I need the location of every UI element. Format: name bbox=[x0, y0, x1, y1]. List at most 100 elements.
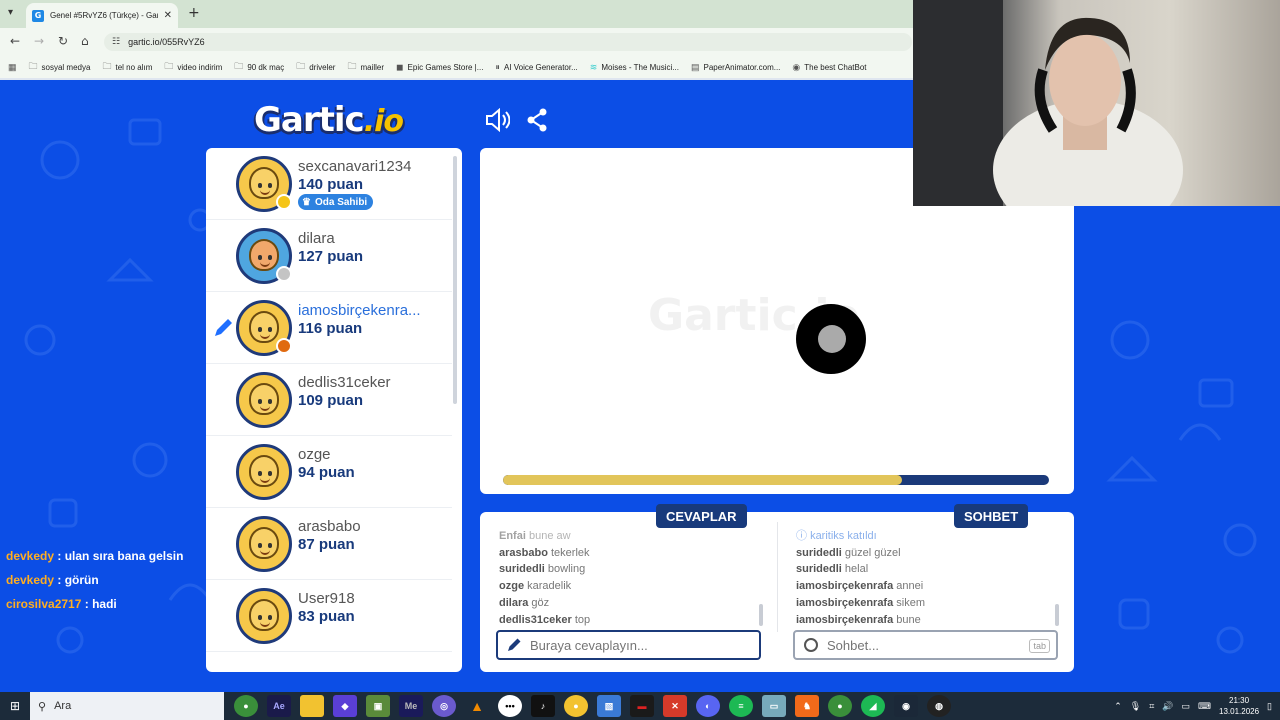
green-app-icon[interactable]: ◢ bbox=[861, 695, 885, 717]
media-encoder-icon[interactable]: Me bbox=[399, 695, 423, 717]
chat-text: annei bbox=[896, 580, 924, 593]
bookmark-item[interactable]: 🗀 mailler bbox=[347, 59, 384, 75]
stream-chat-overlay: devkedy : ulan sıra bana gelsin devkedy :… bbox=[6, 544, 183, 616]
browser-tab[interactable]: G Genel #5RvYZ6 (Türkçe) - Gartic ✕ bbox=[26, 3, 178, 28]
shield-app-icon[interactable]: ◆ bbox=[333, 695, 357, 717]
tab-list-icon[interactable]: ▾ bbox=[8, 7, 22, 21]
player-score: 87 puan bbox=[298, 536, 355, 553]
player-row[interactable]: iamosbirçekenra... 116 puan bbox=[206, 292, 452, 364]
answer-input[interactable] bbox=[530, 637, 740, 653]
windows-start-icon[interactable]: ⊞ bbox=[0, 692, 30, 720]
forward-icon[interactable]: → bbox=[34, 34, 44, 48]
after-effects-icon[interactable]: Ae bbox=[267, 695, 291, 717]
system-message-text: katıldı bbox=[847, 530, 877, 542]
browser-app-icon[interactable]: ◎ bbox=[432, 695, 456, 717]
answer-user: Enfai bbox=[499, 530, 526, 542]
vlc-icon[interactable]: ▲ bbox=[465, 695, 489, 717]
chrome-profile-icon[interactable]: ● bbox=[828, 695, 852, 717]
bookmark-item[interactable]: ▤ PaperAnimator.com... bbox=[691, 62, 780, 73]
tray-chevron-icon[interactable]: ⌃ bbox=[1114, 701, 1122, 712]
player-row[interactable]: User918 83 puan bbox=[206, 580, 452, 652]
bookmark-item[interactable]: ⏸ AI Voice Generator... bbox=[495, 62, 577, 73]
folder-icon: 🗀 bbox=[347, 61, 357, 71]
chrome-taskbar-icon[interactable]: ● bbox=[234, 695, 258, 717]
answer-input-box[interactable] bbox=[496, 630, 761, 660]
taskbar-search[interactable]: ⚲ Ara bbox=[30, 692, 224, 720]
chat-input[interactable] bbox=[827, 637, 1037, 653]
close-tab-icon[interactable]: ✕ bbox=[164, 10, 172, 21]
player-score: 140 puan bbox=[298, 176, 364, 193]
chat-scrollbar[interactable] bbox=[1055, 604, 1059, 626]
player-status-dot bbox=[276, 194, 292, 210]
home-icon[interactable]: ⌂ bbox=[81, 34, 89, 48]
stream-chat-line: cirosilva2717 : hadi bbox=[6, 592, 183, 616]
game-launcher-icon[interactable]: ♞ bbox=[795, 695, 819, 717]
notification-icon[interactable]: ▯ bbox=[1267, 701, 1272, 712]
spotify-icon[interactable]: ≡ bbox=[729, 695, 753, 717]
steam-icon[interactable]: ◉ bbox=[894, 695, 918, 717]
minecraft-icon[interactable]: ▣ bbox=[366, 695, 390, 717]
round-timer-bar bbox=[503, 475, 1049, 485]
sound-icon[interactable] bbox=[484, 108, 510, 132]
back-icon[interactable]: ← bbox=[10, 34, 20, 48]
network-icon[interactable]: ⌗ bbox=[1149, 701, 1154, 712]
chat-text: bune bbox=[896, 613, 921, 626]
bookmark-item[interactable]: 🗀 tel no alım bbox=[102, 59, 152, 75]
bookmark-item[interactable]: 🗀 video indirim bbox=[164, 59, 222, 75]
capcut-icon[interactable]: ▬ bbox=[630, 695, 654, 717]
clock-date: 13.01.2026 bbox=[1219, 707, 1260, 716]
close-app-icon[interactable]: ✕ bbox=[663, 695, 687, 717]
player-name: iamosbirçekenra... bbox=[298, 302, 421, 319]
language-icon[interactable]: ⌨ bbox=[1198, 701, 1211, 712]
bookmark-item[interactable]: 🗀 90 dk maç bbox=[234, 59, 284, 75]
maps-app-icon[interactable]: ● bbox=[564, 695, 588, 717]
webcam-overlay bbox=[913, 0, 1280, 206]
folder-icon: 🗀 bbox=[164, 61, 174, 71]
player-row[interactable]: dedlis31ceker 109 puan bbox=[206, 364, 452, 436]
site-settings-icon[interactable]: ☷ bbox=[112, 37, 120, 47]
address-bar[interactable]: ☷ gartic.io/055RvYZ6 bbox=[104, 33, 912, 51]
taskbar-clock[interactable]: 21:30 13.01.2026 bbox=[1219, 695, 1259, 717]
player-row[interactable]: sexcanavari1234 140 puan ♛ Oda Sahibi bbox=[206, 148, 452, 220]
player-avatar bbox=[236, 444, 292, 500]
answers-scrollbar[interactable] bbox=[759, 604, 763, 626]
stream-chat-text: : hadi bbox=[84, 597, 117, 611]
discord-icon[interactable]: ◐ bbox=[696, 695, 720, 717]
player-list-scrollbar[interactable] bbox=[453, 156, 457, 404]
player-row[interactable]: ozge 94 puan bbox=[206, 436, 452, 508]
bookmark-item[interactable]: ≋ Moises - The Musici... bbox=[590, 62, 679, 73]
chat-list: ⓘ karitiks katıldı suridedli güzel güzel… bbox=[796, 528, 925, 628]
reload-icon[interactable]: ↻ bbox=[58, 34, 68, 48]
notes-app-icon[interactable]: ▭ bbox=[762, 695, 786, 717]
photo-app-icon[interactable]: ▧ bbox=[597, 695, 621, 717]
new-tab-icon[interactable]: + bbox=[188, 5, 200, 21]
bookmark-item[interactable]: 🗀 driveler bbox=[296, 59, 335, 75]
apps-icon[interactable]: ▦ bbox=[8, 62, 17, 73]
chat-app-icon[interactable]: ••• bbox=[498, 695, 522, 717]
volume-icon[interactable]: 🔊 bbox=[1162, 701, 1173, 712]
share-icon[interactable] bbox=[526, 108, 548, 132]
chat-input-box[interactable]: tab bbox=[793, 630, 1058, 660]
bookmark-item[interactable]: ◼ Epic Games Store |... bbox=[396, 62, 483, 73]
search-icon: ⚲ bbox=[38, 700, 47, 713]
stream-chat-user: cirosilva2717 bbox=[6, 597, 82, 611]
epic-games-icon: ◼ bbox=[396, 61, 404, 72]
battery-icon[interactable]: ▭ bbox=[1181, 701, 1190, 712]
system-message-user: karitiks bbox=[810, 530, 845, 542]
player-row[interactable]: dilara 127 puan bbox=[206, 220, 452, 292]
stream-chat-user: devkedy bbox=[6, 573, 55, 587]
tiktok-icon[interactable]: ♪ bbox=[531, 695, 555, 717]
answer-message: suridedli bowling bbox=[499, 561, 590, 578]
obs-icon[interactable]: ◍ bbox=[927, 695, 951, 717]
bookmark-item[interactable]: ◉ The best ChatBot bbox=[792, 62, 866, 73]
taskbar-search-label: Ara bbox=[54, 700, 72, 712]
answer-text: top bbox=[574, 613, 591, 626]
system-tray: ⌃ 🎙 ⌗ 🔊 ▭ ⌨ 21:30 13.01.2026 ▯ bbox=[1114, 692, 1272, 720]
answer-user: ozge bbox=[499, 580, 525, 593]
answer-text: göz bbox=[531, 596, 550, 609]
microphone-icon[interactable]: 🎙 bbox=[1130, 701, 1141, 712]
file-explorer-icon[interactable] bbox=[300, 695, 324, 717]
player-row[interactable]: arasbabo 87 puan bbox=[206, 508, 452, 580]
bookmark-item[interactable]: 🗀 sosyal medya bbox=[29, 59, 91, 75]
tab-title: Genel #5RvYZ6 (Türkçe) - Gartic bbox=[50, 11, 158, 20]
